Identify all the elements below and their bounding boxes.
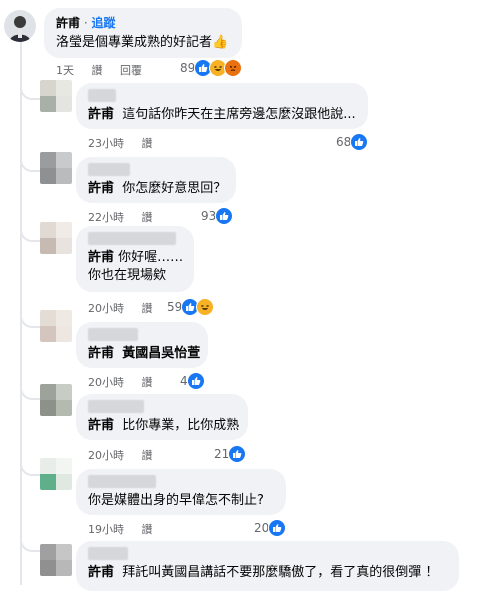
avatar[interactable] <box>40 458 72 490</box>
comment-bubble: 許甫 比你專業，比你成熟 <box>76 394 248 440</box>
like-icon <box>186 372 205 390</box>
comment-bubble: 許甫 黃國昌吳怡萱 <box>76 322 208 368</box>
comment-meta: 20小時 讚 <box>88 447 167 463</box>
comment-text: 你怎麼好意思回？ <box>122 181 227 196</box>
avatar[interactable] <box>40 310 72 342</box>
reaction-summary[interactable]: 93 <box>201 207 234 225</box>
comment-bubble: 許甫 拜託叫黃國昌講話不要那麼驕傲了，看了真的很倒彈 ！ <box>76 541 459 591</box>
comment-text: 比你專業，比你成熟 <box>122 418 240 433</box>
reaction-count: 68 <box>336 135 352 149</box>
comment-meta: 20小時 讚 <box>88 374 167 390</box>
mention-tag[interactable]: 許甫 <box>88 418 114 433</box>
haha-icon <box>196 298 215 316</box>
comment-bubble: 許甫 · 追蹤 洛瑩是個專業成熟的好記者👍 <box>44 8 242 58</box>
comment-text: 你是媒體出身的早偉怎不制止? <box>88 493 264 508</box>
comment-time[interactable]: 22小時 <box>88 211 124 224</box>
comment-text: 你好喔…… <box>118 250 184 265</box>
comment-time[interactable]: 20小時 <box>88 302 124 315</box>
like-button[interactable]: 讚 <box>142 523 153 536</box>
reaction-count: 21 <box>214 447 230 461</box>
comment-time[interactable]: 23小時 <box>88 137 124 150</box>
reaction-summary[interactable]: 21 <box>214 445 247 463</box>
like-button[interactable]: 讚 <box>142 302 153 315</box>
comment-time[interactable]: 19小時 <box>88 523 124 536</box>
reaction-count: 93 <box>201 209 217 223</box>
mention-tag[interactable]: 許甫 <box>88 107 114 122</box>
mention-tag[interactable]: 許甫 <box>88 181 114 196</box>
comment-bubble: 許甫 這句話你昨天在主席旁邊怎麼沒跟他說... <box>76 83 368 129</box>
comment-text: 黃國昌吳怡萱 <box>122 346 201 361</box>
comment-time[interactable]: 1天 <box>56 64 74 77</box>
comment-time[interactable]: 20小時 <box>88 376 124 389</box>
like-button[interactable]: 讚 <box>142 376 153 389</box>
follow-link[interactable]: 追蹤 <box>91 16 115 30</box>
avatar-icon <box>9 16 31 42</box>
comment-bubble: 許甫 你好喔…… 你也在現場欸 <box>76 226 194 292</box>
like-icon <box>350 133 369 151</box>
avatar[interactable] <box>4 10 36 42</box>
reaction-summary[interactable]: 20 <box>254 519 287 537</box>
blurred-author-name[interactable] <box>88 232 176 245</box>
comment-meta: 23小時 讚 <box>88 135 167 151</box>
like-button[interactable]: 讚 <box>142 211 153 224</box>
reaction-summary[interactable]: 68 <box>336 133 369 151</box>
comment-bubble: 你是媒體出身的早偉怎不制止? <box>76 469 286 515</box>
like-icon <box>268 519 287 537</box>
reaction-summary[interactable]: 89 <box>180 59 243 77</box>
like-button[interactable]: 讚 <box>142 449 153 462</box>
blurred-author-name[interactable] <box>88 89 116 102</box>
reaction-count: 59 <box>167 300 183 314</box>
blurred-author-name[interactable] <box>88 547 128 560</box>
angry-icon <box>224 59 243 77</box>
comment-meta: 19小時 讚 <box>88 521 167 537</box>
mention-tag[interactable]: 許甫 <box>88 250 114 265</box>
reaction-count: 20 <box>254 521 270 535</box>
thumbs-up-emoji: 👍 <box>212 35 229 50</box>
blurred-author-name[interactable] <box>88 475 156 488</box>
comment-meta: 1天 讚 回覆 <box>56 62 156 78</box>
mention-tag[interactable]: 許甫 <box>88 346 114 361</box>
comment-time[interactable]: 20小時 <box>88 449 124 462</box>
reply-button[interactable]: 回覆 <box>120 64 142 77</box>
comment-author[interactable]: 許甫 <box>56 16 80 30</box>
avatar[interactable] <box>40 544 72 576</box>
reaction-count: 89 <box>180 61 196 75</box>
blurred-author-name[interactable] <box>88 328 138 341</box>
avatar[interactable] <box>40 222 72 254</box>
comment-bubble: 許甫 你怎麼好意思回？ <box>76 157 236 203</box>
reaction-summary[interactable]: 4 <box>180 372 205 390</box>
separator: · <box>80 16 92 30</box>
comment-meta: 22小時 讚 <box>88 209 167 225</box>
comment-text-line2: 你也在現場欸 <box>88 268 167 283</box>
comment-text: 拜託叫黃國昌講話不要那麼驕傲了，看了真的很倒彈 ！ <box>122 565 439 580</box>
like-icon <box>228 445 247 463</box>
comment-meta: 20小時 讚 <box>88 300 167 316</box>
mention-tag[interactable]: 許甫 <box>88 565 114 580</box>
blurred-author-name[interactable] <box>88 163 130 176</box>
avatar[interactable] <box>40 152 72 184</box>
like-icon <box>215 207 234 225</box>
like-button[interactable]: 讚 <box>92 64 103 77</box>
avatar[interactable] <box>40 384 72 416</box>
comment-text: 洛瑩是個專業成熟的好記者 <box>56 35 213 50</box>
avatar[interactable] <box>40 80 72 112</box>
blurred-author-name[interactable] <box>88 400 144 413</box>
comment-text: 這句話你昨天在主席旁邊怎麼沒跟他說... <box>122 107 356 122</box>
like-button[interactable]: 讚 <box>142 137 153 150</box>
reaction-summary[interactable]: 59 <box>167 298 215 316</box>
